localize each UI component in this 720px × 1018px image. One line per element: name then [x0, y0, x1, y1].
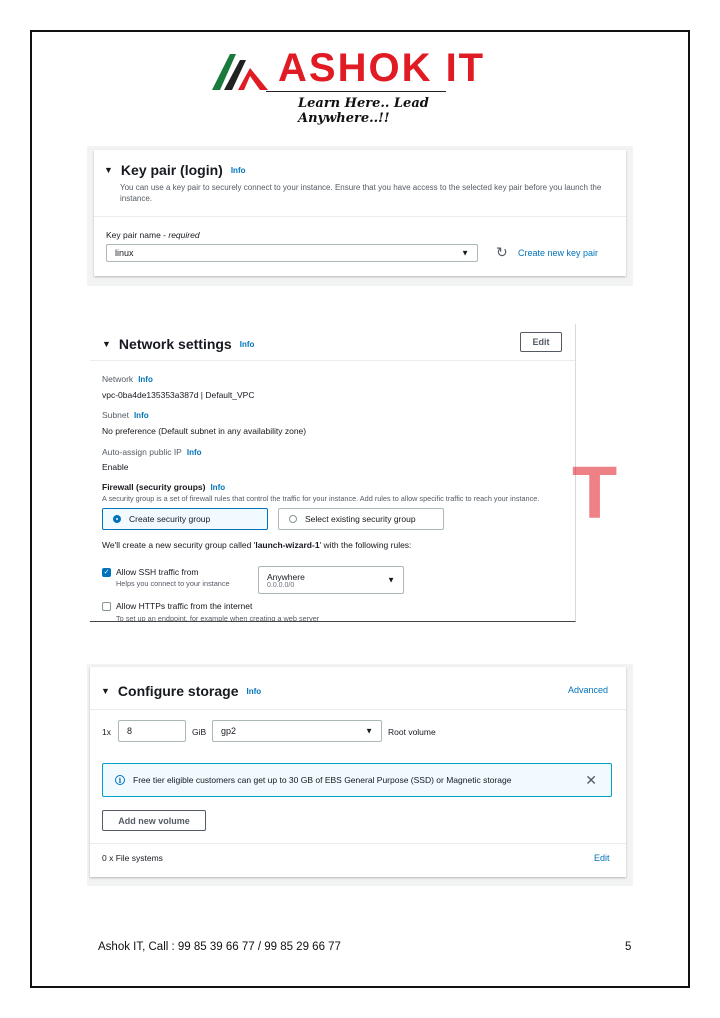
file-systems-edit-link[interactable]: Edit	[594, 853, 610, 863]
key-pair-field-label: Key pair name - required	[106, 230, 200, 240]
storage-card: ▼ Configure storage Info Advanced 1x 8 G…	[90, 667, 626, 877]
storage-info-link[interactable]: Info	[247, 687, 262, 696]
storage-advanced-link[interactable]: Advanced	[568, 685, 608, 695]
https-checkbox[interactable]	[102, 602, 111, 611]
chevron-down-icon: ▼	[365, 726, 373, 736]
key-pair-description: You can use a key pair to securely conne…	[120, 183, 602, 203]
collapse-caret-icon[interactable]: ▼	[101, 686, 110, 696]
create-security-group-option[interactable]: Create security group	[102, 508, 268, 530]
free-tier-notice: i Free tier eligible customers can get u…	[102, 763, 612, 797]
network-screenshot: ▼ Network settings Info Edit Network Info…	[90, 324, 576, 622]
logo-mark-icon	[212, 54, 268, 90]
create-key-pair-link[interactable]: Create new key pair	[518, 248, 598, 258]
logo-tagline: Learn Here.. Lead Anywhere..!!	[298, 96, 429, 126]
network-field-info-link[interactable]: Info	[138, 375, 153, 384]
firewall-label: Firewall (security groups) Info	[102, 482, 226, 492]
https-label: Allow HTTPs traffic from the internet	[116, 601, 253, 611]
subnet-label: Subnet Info	[102, 410, 149, 420]
info-icon: i	[115, 775, 125, 785]
network-title[interactable]: ▼ Network settings Info	[102, 336, 254, 352]
network-info-link[interactable]: Info	[240, 340, 255, 349]
network-edit-button[interactable]: Edit	[520, 332, 562, 352]
logo-rule	[266, 91, 446, 92]
ssh-checkbox[interactable]: ✓	[102, 568, 111, 577]
https-help: To set up an endpoint, for example when …	[116, 614, 320, 622]
ssh-label: Allow SSH traffic from	[116, 567, 199, 577]
storage-title[interactable]: ▼ Configure storage Info	[101, 683, 261, 699]
chevron-down-icon: ▼	[387, 575, 395, 585]
key-pair-title[interactable]: ▼ Key pair (login) Info	[104, 162, 246, 178]
logo: ASHOK IT Learn Here.. Lead Anywhere..!!	[210, 44, 510, 126]
divider	[94, 216, 626, 217]
key-pair-card: ▼ Key pair (login) Info You can use a ke…	[94, 150, 626, 276]
divider	[90, 843, 626, 844]
radio-unselected-icon	[289, 515, 297, 523]
logo-brand: ASHOK IT	[278, 46, 486, 90]
collapse-caret-icon[interactable]: ▼	[104, 165, 113, 175]
radio-selected-icon	[113, 515, 121, 523]
collapse-caret-icon[interactable]: ▼	[102, 339, 111, 349]
network-value: vpc-0ba4de135353a387d | Default_VPC	[102, 390, 255, 400]
volume-count: 1x	[102, 727, 111, 737]
key-pair-screenshot: ▼ Key pair (login) Info You can use a ke…	[87, 146, 633, 286]
root-volume-label: Root volume	[388, 727, 436, 737]
footer-contact: Ashok IT, Call : 99 85 39 66 77 / 99 85 …	[98, 941, 341, 953]
public-ip-info-link[interactable]: Info	[187, 448, 202, 457]
ssh-help: Helps you connect to your instance	[116, 579, 230, 588]
refresh-icon[interactable]: ↻	[496, 245, 508, 259]
subnet-info-link[interactable]: Info	[134, 411, 149, 420]
ssh-source-select[interactable]: Anywhere 0.0.0.0/0 ▼	[258, 566, 404, 594]
firewall-description: A security group is a set of firewall ru…	[102, 494, 540, 503]
chevron-down-icon: ▼	[461, 248, 469, 258]
firewall-info-link[interactable]: Info	[210, 483, 225, 492]
volume-type-select[interactable]: gp2 ▼	[212, 720, 382, 742]
network-label: Network Info	[102, 374, 153, 384]
file-systems-label: 0 x File systems	[102, 853, 163, 863]
close-icon[interactable]: ✕	[585, 772, 597, 788]
new-security-group-note: We'll create a new security group called…	[102, 540, 412, 550]
public-ip-value: Enable	[102, 462, 129, 472]
watermark-letter: T	[572, 451, 618, 534]
divider	[90, 709, 626, 710]
public-ip-label: Auto-assign public IP Info	[102, 447, 202, 457]
existing-security-group-option[interactable]: Select existing security group	[278, 508, 444, 530]
volume-unit: GiB	[192, 727, 207, 737]
divider	[90, 360, 575, 361]
page-number: 5	[625, 941, 632, 953]
add-volume-button[interactable]: Add new volume	[102, 810, 206, 831]
subnet-value: No preference (Default subnet in any ava…	[102, 426, 307, 436]
storage-screenshot: ▼ Configure storage Info Advanced 1x 8 G…	[87, 664, 633, 886]
volume-size-input[interactable]: 8	[118, 720, 186, 742]
key-pair-info-link[interactable]: Info	[231, 166, 246, 175]
key-pair-select[interactable]: linux ▼	[106, 244, 478, 262]
